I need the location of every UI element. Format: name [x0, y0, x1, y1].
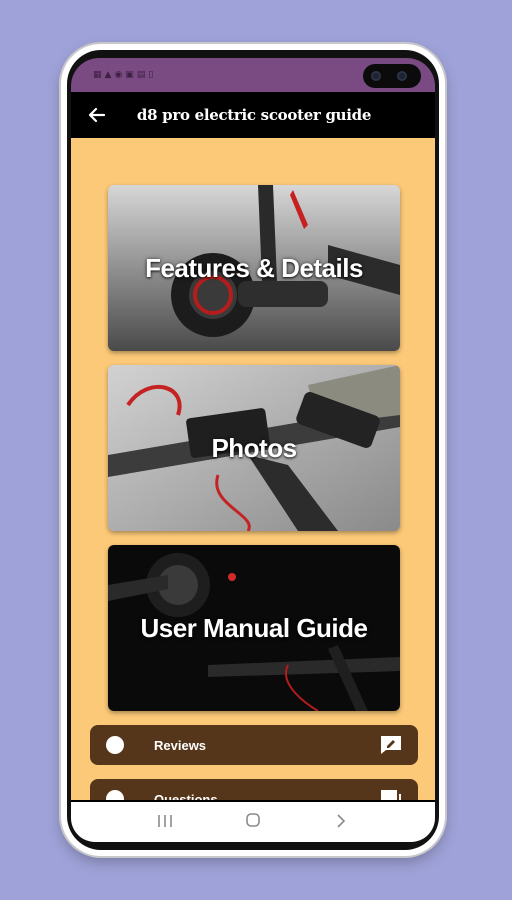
radio-button[interactable] — [106, 736, 124, 754]
radio-button[interactable] — [106, 790, 124, 800]
status-bar: ▦ ▲ ◉ ▣ ▤ ▯ — [71, 58, 435, 92]
main-content: Features & Details Photos User Manual Gu… — [71, 138, 435, 800]
signal-icon: ▲ — [104, 69, 112, 80]
list-item-reviews[interactable]: Reviews — [90, 725, 418, 765]
card-title: Photos — [211, 432, 297, 463]
front-camera — [363, 64, 421, 88]
user-manual-guide-card[interactable]: User Manual Guide — [108, 545, 400, 711]
phone-frame: ▦ ▲ ◉ ▣ ▤ ▯ d8 pro electric scooter guid… — [61, 44, 445, 856]
screen: ▦ ▲ ◉ ▣ ▤ ▯ d8 pro electric scooter guid… — [71, 58, 435, 842]
app-bar: d8 pro electric scooter guide — [71, 92, 435, 138]
chat-icon — [378, 787, 404, 800]
lock-icon: ▦ — [93, 69, 102, 80]
camera-lens — [371, 71, 381, 81]
camera-lens — [397, 71, 407, 81]
battery-icon: ▯ — [148, 69, 154, 80]
feedback-icon — [378, 733, 404, 757]
phone-bezel: ▦ ▲ ◉ ▣ ▤ ▯ d8 pro electric scooter guid… — [67, 50, 439, 850]
notification-icon: ▣ — [125, 69, 134, 80]
recent-apps-icon[interactable] — [150, 813, 180, 832]
features-details-card[interactable]: Features & Details — [108, 185, 400, 351]
image-icon: ▤ — [136, 69, 146, 80]
page-title: d8 pro electric scooter guide — [136, 106, 372, 124]
photos-card[interactable]: Photos — [108, 365, 400, 531]
status-icons: ▦ ▲ ◉ ▣ ▤ ▯ — [93, 69, 154, 80]
list-item-label: Reviews — [154, 737, 207, 753]
card-title: Features & Details — [145, 252, 363, 283]
list-item-label: Questions — [154, 791, 218, 801]
list-item-questions[interactable]: Questions — [90, 779, 418, 800]
home-icon[interactable] — [238, 812, 268, 832]
back-arrow-icon[interactable] — [77, 92, 117, 138]
wifi-icon: ◉ — [114, 69, 123, 80]
back-nav-icon[interactable] — [326, 813, 356, 832]
card-title: User Manual Guide — [140, 612, 369, 643]
system-nav-bar — [71, 802, 435, 842]
